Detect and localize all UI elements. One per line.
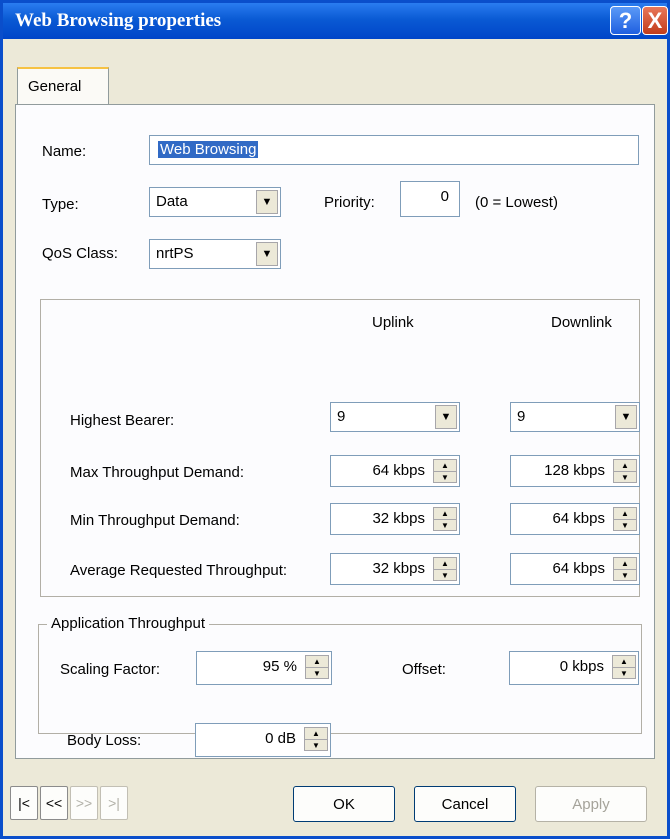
downlink-header: Downlink: [551, 314, 612, 331]
offset-value: 0 kbps: [559, 658, 604, 675]
dialog-window: Web Browsing properties ? X General Name…: [0, 0, 670, 839]
highest-bearer-uplink-select[interactable]: 9 ▼: [330, 402, 460, 432]
cancel-button[interactable]: Cancel: [414, 786, 516, 822]
priority-hint: (0 = Lowest): [475, 194, 558, 211]
max-throughput-uplink-value: 64 kbps: [372, 462, 425, 479]
offset-spinner[interactable]: 0 kbps ▲ ▼: [509, 651, 639, 685]
application-throughput-title: Application Throughput: [47, 615, 209, 632]
title-bar[interactable]: Web Browsing properties ? X: [3, 3, 668, 39]
name-label: Name:: [42, 143, 87, 160]
min-throughput-downlink-value: 64 kbps: [552, 510, 605, 527]
max-throughput-downlink-spinner[interactable]: 128 kbps ▲ ▼: [510, 455, 640, 487]
highest-bearer-label: Highest Bearer:: [70, 412, 175, 429]
qos-class-select[interactable]: nrtPS ▼: [149, 239, 281, 269]
name-field[interactable]: Web Browsing: [149, 135, 639, 165]
min-throughput-downlink-spinner[interactable]: 64 kbps ▲ ▼: [510, 503, 640, 535]
throughput-group: Uplink Downlink Highest Bearer: 9 ▼ 9 ▼ …: [40, 299, 640, 597]
qos-class-label: QoS Class:: [42, 245, 118, 262]
chevron-down-icon[interactable]: ▼: [256, 190, 278, 214]
body-loss-label: Body Loss:: [67, 732, 142, 749]
spin-arrows-icon[interactable]: ▲ ▼: [433, 459, 457, 483]
scaling-factor-spinner[interactable]: 95 % ▲ ▼: [196, 651, 332, 685]
type-select[interactable]: Data ▼: [149, 187, 281, 217]
first-record-button[interactable]: |<: [10, 786, 38, 820]
body-loss-value: 0 dB: [265, 730, 296, 747]
spin-arrows-icon[interactable]: ▲ ▼: [613, 459, 637, 483]
close-button[interactable]: X: [642, 6, 668, 35]
chevron-down-icon[interactable]: ▼: [256, 242, 278, 266]
spin-arrows-icon[interactable]: ▲ ▼: [433, 507, 457, 531]
avg-throughput-uplink-value: 32 kbps: [372, 560, 425, 577]
scaling-factor-label: Scaling Factor:: [60, 661, 161, 678]
highest-bearer-uplink-value: 9: [337, 408, 346, 425]
spin-arrows-icon[interactable]: ▲ ▼: [613, 557, 637, 581]
priority-value: 0: [440, 188, 449, 205]
avg-throughput-downlink-value: 64 kbps: [552, 560, 605, 577]
close-icon: X: [647, 7, 663, 33]
spin-arrows-icon[interactable]: ▲ ▼: [613, 507, 637, 531]
body-loss-spinner[interactable]: 0 dB ▲ ▼: [195, 723, 331, 757]
chevron-down-icon[interactable]: ▼: [435, 405, 457, 429]
spin-arrows-icon[interactable]: ▲ ▼: [304, 727, 328, 751]
last-record-button[interactable]: >|: [100, 786, 128, 820]
min-throughput-label: Min Throughput Demand:: [70, 512, 240, 529]
apply-button[interactable]: Apply: [535, 786, 647, 822]
avg-throughput-uplink-spinner[interactable]: 32 kbps ▲ ▼: [330, 553, 460, 585]
min-throughput-uplink-value: 32 kbps: [372, 510, 425, 527]
general-tab-panel: Name: Web Browsing Type: Data ▼ Priority…: [15, 104, 655, 759]
help-button[interactable]: ?: [610, 6, 641, 35]
help-icon: ?: [618, 7, 633, 33]
scaling-factor-value: 95 %: [262, 658, 297, 675]
max-throughput-downlink-value: 128 kbps: [544, 462, 605, 479]
offset-label: Offset:: [402, 661, 446, 678]
application-throughput-group: Application Throughput Scaling Factor: 9…: [38, 615, 642, 734]
ok-button[interactable]: OK: [293, 786, 395, 822]
max-throughput-uplink-spinner[interactable]: 64 kbps ▲ ▼: [330, 455, 460, 487]
tab-general[interactable]: General: [17, 67, 109, 105]
priority-label: Priority:: [324, 194, 375, 211]
spin-arrows-icon[interactable]: ▲ ▼: [305, 655, 329, 679]
window-title: Web Browsing properties: [15, 10, 222, 31]
min-throughput-uplink-spinner[interactable]: 32 kbps ▲ ▼: [330, 503, 460, 535]
max-throughput-label: Max Throughput Demand:: [70, 464, 244, 481]
spin-arrows-icon[interactable]: ▲ ▼: [612, 655, 636, 679]
type-label: Type:: [42, 196, 79, 213]
type-value: Data: [156, 193, 188, 210]
highest-bearer-downlink-select[interactable]: 9 ▼: [510, 402, 640, 432]
chevron-down-icon[interactable]: ▼: [615, 405, 637, 429]
qos-class-value: nrtPS: [156, 245, 194, 262]
avg-throughput-downlink-spinner[interactable]: 64 kbps ▲ ▼: [510, 553, 640, 585]
spin-arrows-icon[interactable]: ▲ ▼: [433, 557, 457, 581]
name-value: Web Browsing: [158, 141, 259, 158]
uplink-header: Uplink: [372, 314, 414, 331]
avg-throughput-label: Average Requested Throughput:: [70, 562, 288, 579]
highest-bearer-downlink-value: 9: [517, 408, 526, 425]
previous-record-button[interactable]: <<: [40, 786, 68, 820]
priority-field[interactable]: 0: [400, 181, 460, 217]
next-record-button[interactable]: >>: [70, 786, 98, 820]
